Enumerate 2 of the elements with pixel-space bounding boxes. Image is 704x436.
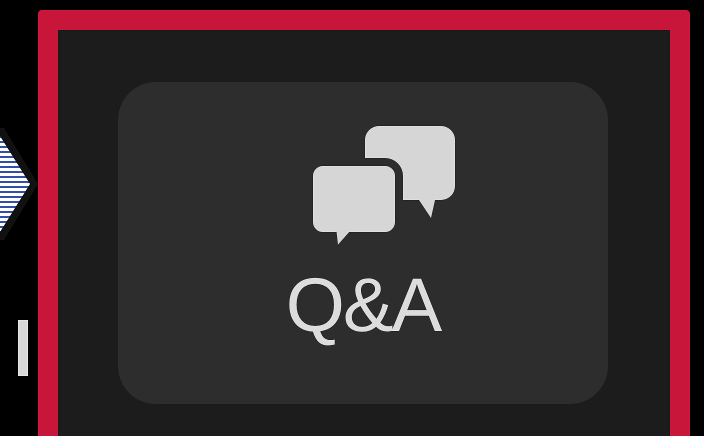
qa-button[interactable]: Q&A: [118, 82, 608, 404]
bar-drawing: [18, 320, 28, 376]
